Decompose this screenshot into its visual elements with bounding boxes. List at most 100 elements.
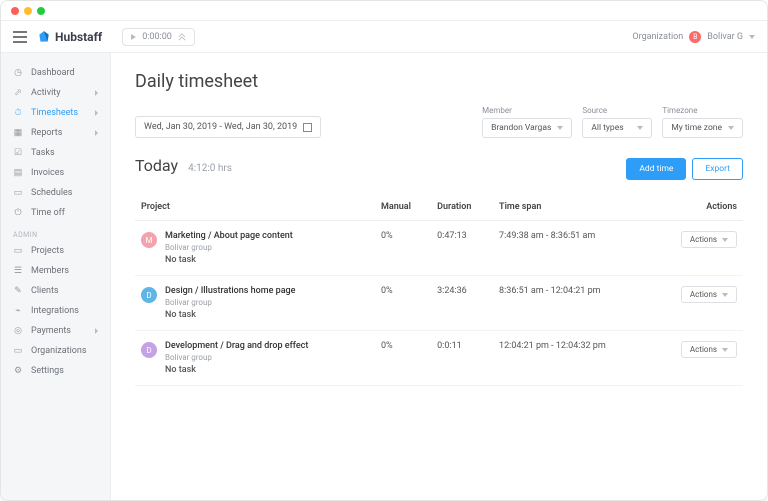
row-actions-button[interactable]: Actions (681, 231, 737, 248)
sidebar-item-payments[interactable]: ◎Payments (1, 321, 110, 341)
nav-icon: ⌁ (13, 306, 23, 316)
nav-icon: ▤ (13, 168, 23, 178)
expand-icon (178, 33, 186, 41)
sidebar: ◷Dashboard⬀Activity⏱Timesheets▦Reports☑T… (1, 53, 111, 500)
sidebar-item-label: Reports (31, 128, 62, 138)
sidebar-item-timesheets[interactable]: ⏱ Timesheets (1, 103, 110, 123)
chevron-right-icon (95, 110, 98, 116)
chevron-right-icon (95, 130, 98, 136)
sidebar-item-label: Dashboard (31, 68, 75, 78)
sidebar-item-clients[interactable]: ✎ Clients (1, 281, 110, 301)
project-title[interactable]: Design / Illustrations home page (165, 286, 295, 296)
chevron-right-icon (95, 90, 98, 96)
date-range-value: Wed, Jan 30, 2019 - Wed, Jan 30, 2019 (144, 122, 297, 132)
filter-timezone-value: My time zone (671, 123, 722, 133)
chevron-down-icon (728, 126, 734, 130)
timer-value: 0:00:00 (142, 32, 172, 42)
nav-icon: ⏻ (13, 208, 23, 218)
org-label: Organization (632, 32, 683, 42)
minimize-window-icon[interactable] (24, 7, 32, 15)
sidebar-item-organizations[interactable]: ▭Organizations (1, 341, 110, 361)
nav-icon: ☑ (13, 148, 23, 158)
sidebar-item-invoices[interactable]: ▤Invoices (1, 163, 110, 183)
main-content: Daily timesheet Wed, Jan 30, 2019 - Wed,… (111, 53, 767, 500)
nav-icon: ◷ (13, 68, 23, 78)
date-range-picker[interactable]: Wed, Jan 30, 2019 - Wed, Jan 30, 2019 (135, 116, 321, 138)
project-avatar: D (141, 342, 157, 358)
sidebar-item-members[interactable]: ☰Members (1, 261, 110, 281)
maximize-window-icon[interactable] (37, 7, 45, 15)
user-avatar: B (689, 31, 701, 43)
sidebar-item-settings[interactable]: ⚙Settings (1, 361, 110, 381)
filter-source-label: Source (582, 106, 652, 115)
sidebar-section-admin: Admin (1, 223, 110, 241)
col-timespan: Time span (493, 194, 652, 221)
sidebar-item-label: Projects (31, 246, 64, 256)
project-title[interactable]: Marketing / About page content (165, 231, 293, 241)
row-actions-button[interactable]: Actions (681, 341, 737, 358)
row-actions-button[interactable]: Actions (681, 286, 737, 303)
filter-timezone-dropdown[interactable]: My time zone (662, 118, 743, 138)
brand-name: Hubstaff (55, 30, 102, 44)
cell-timespan: 7:49:38 am - 8:36:51 am (493, 221, 652, 276)
sidebar-item-label: Members (31, 266, 69, 276)
nav-icon: ✎ (13, 286, 23, 296)
cell-manual: 0% (375, 276, 431, 331)
project-title[interactable]: Development / Drag and drop effect (165, 341, 308, 351)
chevron-down-icon (557, 126, 563, 130)
brand-logo[interactable]: Hubstaff (37, 30, 102, 44)
project-task: No task (165, 310, 295, 320)
nav-icon: ▭ (13, 346, 23, 356)
project-task: No task (165, 255, 293, 265)
sidebar-item-label: Timesheets (31, 108, 78, 118)
sidebar-item-dashboard[interactable]: ◷ Dashboard (1, 63, 110, 83)
timesheet-table: Project Manual Duration Time span Action… (135, 194, 743, 386)
timer-widget[interactable]: 0:00:00 (122, 28, 195, 46)
topbar: Hubstaff 0:00:00 Organization B Bolivar … (1, 21, 767, 53)
col-duration: Duration (431, 194, 493, 221)
nav-icon: ⏱ (13, 108, 23, 118)
sidebar-item-reports[interactable]: ▦ Reports (1, 123, 110, 143)
cell-manual: 0% (375, 221, 431, 276)
nav-icon: ▦ (13, 128, 23, 138)
sidebar-item-label: Clients (31, 286, 59, 296)
sidebar-item-time-off[interactable]: ⏻ Time off (1, 203, 110, 223)
chevron-down-icon (749, 35, 755, 39)
cell-duration: 0:47:13 (431, 221, 493, 276)
calendar-icon (303, 123, 312, 132)
sidebar-item-schedules[interactable]: ▭Schedules (1, 183, 110, 203)
sidebar-item-tasks[interactable]: ☑Tasks (1, 143, 110, 163)
nav-icon: ▭ (13, 188, 23, 198)
filter-source-dropdown[interactable]: All types (582, 118, 652, 138)
sidebar-item-integrations[interactable]: ⌁ Integrations (1, 301, 110, 321)
window-titlebar (1, 1, 767, 21)
nav-icon: ⬀ (13, 88, 23, 98)
sidebar-item-label: Time off (31, 208, 65, 218)
table-row: D Development / Drag and drop effect Boliv… (135, 331, 743, 386)
filter-source-value: All types (591, 123, 623, 133)
cell-timespan: 12:04:21 pm - 12:04:32 pm (493, 331, 652, 386)
sidebar-item-projects[interactable]: ▭ Projects (1, 241, 110, 261)
org-switcher[interactable]: Organization B Bolivar G (632, 31, 755, 43)
sidebar-item-label: Payments (31, 326, 71, 336)
filter-member-dropdown[interactable]: Brandon Vargas (482, 118, 572, 138)
sidebar-item-label: Integrations (31, 306, 79, 316)
cell-timespan: 8:36:51 am - 12:04:21 pm (493, 276, 652, 331)
play-icon (131, 34, 136, 40)
cell-duration: 3:24:36 (431, 276, 493, 331)
close-window-icon[interactable] (11, 7, 19, 15)
project-group: Bolivar group (165, 298, 295, 307)
project-avatar: M (141, 232, 157, 248)
nav-icon: ▭ (13, 246, 23, 256)
menu-toggle-icon[interactable] (13, 31, 27, 43)
filter-member-label: Member (482, 106, 572, 115)
sidebar-item-activity[interactable]: ⬀Activity (1, 83, 110, 103)
project-group: Bolivar group (165, 353, 308, 362)
filter-member-value: Brandon Vargas (491, 123, 551, 133)
col-actions: Actions (652, 194, 743, 221)
export-button[interactable]: Export (692, 158, 743, 180)
nav-icon: ⚙ (13, 366, 23, 376)
project-avatar: D (141, 287, 157, 303)
chevron-down-icon (637, 126, 643, 130)
add-time-button[interactable]: Add time (626, 158, 686, 180)
